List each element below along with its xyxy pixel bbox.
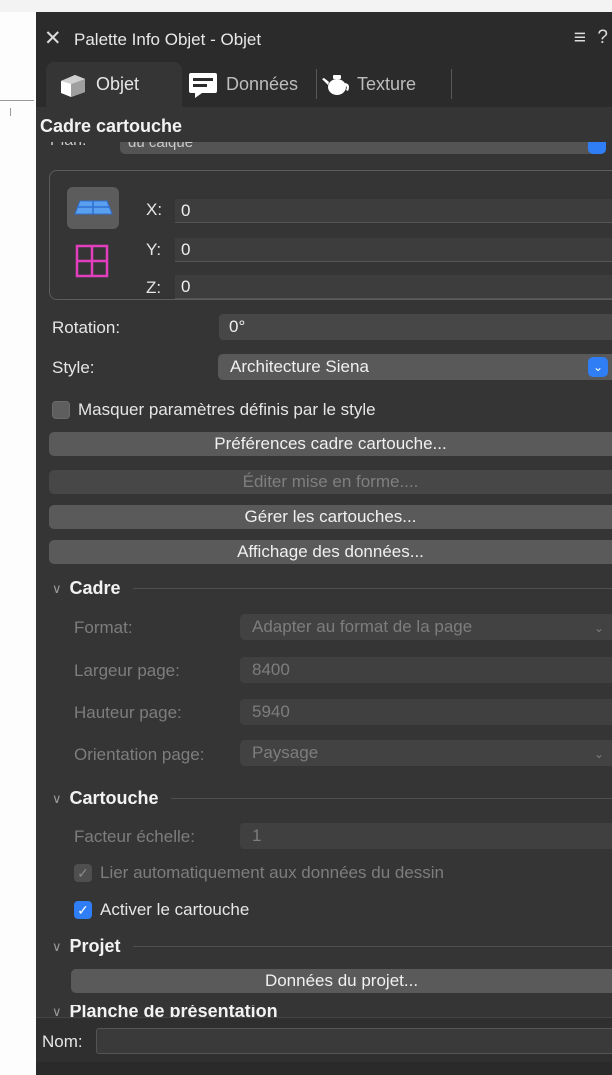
activate-title-block-checkbox[interactable]: ✓ Activer le cartouche <box>74 900 249 920</box>
activate-title-block-label: Activer le cartouche <box>100 900 250 919</box>
plan-select[interactable]: du calque <box>120 142 600 154</box>
style-label: Style: <box>52 358 95 377</box>
object-icon <box>61 74 85 97</box>
name-label: Nom: <box>42 1032 83 1051</box>
group-planche[interactable]: ∨ Planche de présentation <box>52 1005 612 1017</box>
chevron-down-icon: ⌄ <box>588 357 608 377</box>
top-strip <box>0 0 612 12</box>
project-data-button[interactable]: Données du projet... <box>71 969 612 993</box>
style-value: Architecture Siena <box>230 357 369 376</box>
hide-style-params-checkbox[interactable]: Masquer paramètres définis par le style <box>52 400 376 420</box>
checkbox-box <box>52 401 70 419</box>
group-cartouche-title: Cartouche <box>69 788 159 808</box>
chevron-down-icon: ∨ <box>52 938 62 954</box>
object-type-title: Cadre cartouche <box>40 116 183 136</box>
ruler-line <box>0 100 34 101</box>
checkmark-icon: ✓ <box>74 901 92 919</box>
grid-square-icon <box>75 244 109 278</box>
data-display-button[interactable]: Affichage des données... <box>49 540 612 564</box>
page-height-field[interactable]: 5940 <box>240 699 612 725</box>
orientation-value: Paysage <box>252 743 319 762</box>
group-planche-title: Planche de présentation <box>69 1005 278 1017</box>
y-label: Y: <box>146 240 162 259</box>
tab-donnees[interactable]: Données <box>186 62 298 107</box>
name-field[interactable] <box>96 1028 612 1054</box>
z-label: Z: <box>146 278 162 297</box>
tab-texture-label: Texture <box>357 74 417 94</box>
z-field[interactable]: 0 <box>175 275 612 299</box>
chevron-down-icon: ∨ <box>52 1005 62 1017</box>
name-bar: Nom: <box>36 1017 612 1063</box>
divider <box>132 946 612 947</box>
page-height-label: Hauteur page: <box>74 703 182 722</box>
object-info-palette: ✕ Palette Info Objet - Objet ≡ ? Objet D… <box>36 12 612 1075</box>
help-button[interactable]: ? <box>597 27 608 49</box>
group-cadre[interactable]: ∨ Cadre <box>52 578 612 599</box>
teapot-icon <box>322 74 349 95</box>
plan-select-arrow[interactable] <box>588 142 606 154</box>
chevron-down-icon: ⌄ <box>593 621 604 635</box>
chevron-down-icon: ∨ <box>52 580 62 596</box>
orientation-label: Orientation page: <box>74 745 205 764</box>
y-field[interactable]: 0 <box>175 238 612 262</box>
auto-link-checkbox[interactable]: ✓ Lier automatiquement aux données du de… <box>74 863 444 883</box>
group-projet[interactable]: ∨ Projet <box>52 936 612 957</box>
title-bar: ✕ Palette Info Objet - Objet ≡ ? <box>36 12 612 62</box>
rotation-field[interactable]: 0° <box>219 314 612 340</box>
drawing-area-edge <box>0 12 37 1075</box>
chevron-down-icon: ⌄ <box>593 747 604 761</box>
plan-row: Plan: du calque <box>50 142 612 154</box>
tab-divider <box>451 69 452 99</box>
plan-label: Plan: <box>50 142 86 150</box>
ruler-tick <box>10 108 11 116</box>
style-select[interactable]: Architecture Siena ⌄ <box>218 354 612 380</box>
bounding-box-icon[interactable] <box>72 241 112 281</box>
palette-footer <box>36 1062 612 1075</box>
divider <box>170 798 612 799</box>
menu-icon[interactable]: ≡ <box>574 26 586 50</box>
plane-grid-icon <box>74 200 113 215</box>
manage-title-blocks-button[interactable]: Gérer les cartouches... <box>49 505 612 529</box>
scale-factor-label: Facteur échelle: <box>74 827 195 846</box>
rotation-label: Rotation: <box>52 318 121 337</box>
tab-texture[interactable]: Texture <box>317 62 416 107</box>
palette-title: Palette Info Objet - Objet <box>74 30 262 49</box>
chevron-down-icon: ∨ <box>52 790 62 806</box>
format-select[interactable]: Adapter au format de la page ⌄ <box>240 614 612 640</box>
data-icon <box>189 72 217 98</box>
orientation-select[interactable]: Paysage ⌄ <box>240 740 612 766</box>
checkmark-icon: ✓ <box>74 864 92 882</box>
close-icon[interactable]: ✕ <box>44 26 62 51</box>
tab-objet-label: Objet <box>96 74 140 94</box>
x-label: X: <box>146 200 163 219</box>
group-projet-title: Projet <box>69 936 121 956</box>
scale-factor-field[interactable]: 1 <box>240 823 612 849</box>
page-width-field[interactable]: 8400 <box>240 657 612 683</box>
auto-link-label: Lier automatiquement aux données du dess… <box>100 863 445 882</box>
tab-donnees-label: Données <box>226 74 299 94</box>
group-cadre-title: Cadre <box>69 578 121 598</box>
tab-bar: Objet Données Texture <box>36 62 612 107</box>
position-box: X: 0 Y: 0 Z: 0 <box>49 170 612 300</box>
group-cartouche[interactable]: ∨ Cartouche <box>52 788 612 809</box>
format-label: Format: <box>74 618 133 637</box>
tab-objet[interactable]: Objet <box>46 62 182 107</box>
title-block-prefs-button[interactable]: Préférences cadre cartouche... <box>49 432 612 456</box>
divider <box>132 588 612 589</box>
hide-style-params-label: Masquer paramètres définis par le style <box>78 400 376 419</box>
x-field[interactable]: 0 <box>175 199 612 223</box>
format-value: Adapter au format de la page <box>252 617 473 636</box>
edit-layout-button[interactable]: Éditer mise en forme.... <box>49 470 612 494</box>
page-width-label: Largeur page: <box>74 661 180 680</box>
plane-top-icon[interactable] <box>67 187 119 229</box>
